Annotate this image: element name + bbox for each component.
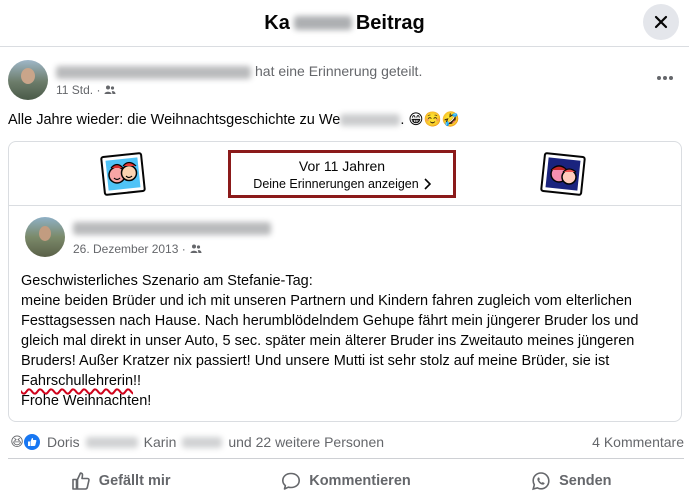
dialog-header: Ka Beitrag	[0, 0, 689, 47]
action-text: hat eine Erinnerung geteilt.	[255, 63, 423, 79]
text-line: Bruders! Außer Kratzer nix passiert! Und…	[21, 353, 610, 369]
reactions-summary: 😆 Doris Karin und 22 weitere Personen 4 …	[8, 428, 684, 456]
reactions-people[interactable]: 😆 Doris Karin und 22 weitere Personen	[8, 433, 384, 451]
text-line: Frohe Weihnachten!	[21, 393, 152, 409]
more-options-button[interactable]	[653, 66, 677, 90]
close-icon	[654, 15, 668, 29]
redacted-inner-author	[73, 222, 271, 235]
avatar[interactable]	[8, 60, 48, 100]
redacted-word	[340, 114, 401, 127]
title-suffix: Beitrag	[355, 11, 425, 34]
thumbs-up-icon	[71, 471, 90, 490]
post-text-part1: Alle Jahre wieder: die Weihnachtsgeschic…	[8, 112, 341, 128]
send-label: Senden	[559, 472, 612, 489]
spellcheck-word: Fahrschullehrerin	[21, 373, 134, 389]
comment-button[interactable]: Kommentieren	[233, 459, 458, 502]
redacted-surname	[85, 436, 138, 448]
post-timestamp[interactable]: 11 Std. ·	[56, 83, 100, 97]
text-line: Fahrschullehrerin!!	[21, 371, 676, 391]
comments-count[interactable]: 4 Kommentare	[592, 434, 684, 450]
inner-post-meta: 26. Dezember 2013 ·	[73, 242, 202, 256]
reactors-others: und 22 weitere Personen	[228, 434, 385, 450]
author-line: hat eine Erinnerung geteilt.	[56, 63, 422, 79]
memories-button[interactable]: Vor 11 Jahren Deine Erinnerungen anzeige…	[228, 150, 456, 198]
inner-post-date[interactable]: 26. Dezember 2013 ·	[73, 242, 186, 256]
post-actions: Gefällt mir Kommentieren Senden	[8, 458, 684, 502]
like-label: Gefällt mir	[98, 472, 171, 489]
post-meta: 11 Std. ·	[56, 83, 116, 97]
reactor-name-1: Doris	[47, 434, 80, 450]
send-button[interactable]: Senden	[459, 459, 684, 502]
like-button[interactable]: Gefällt mir	[8, 459, 233, 502]
like-reaction-icon	[23, 433, 41, 451]
text-line: Geschwisterliches Szenario am Stefanie-T…	[21, 273, 313, 289]
memory-title: Vor 11 Jahren	[298, 157, 386, 174]
memory-card: Vor 11 Jahren Deine Erinnerungen anzeige…	[8, 141, 682, 422]
memories-link[interactable]: Deine Erinnerungen anzeigen	[253, 176, 431, 191]
friends-icon	[190, 244, 202, 253]
inner-author-name[interactable]	[73, 222, 271, 240]
comment-label: Kommentieren	[309, 472, 411, 489]
title-prefix: Ka	[264, 11, 290, 34]
memory-banner: Vor 11 Jahren Deine Erinnerungen anzeige…	[9, 142, 681, 206]
text-line: gleich mal direkt in unser Auto, 5 sec. …	[21, 333, 635, 349]
reaction-icons: 😆	[8, 433, 41, 451]
friends-sticker-right-icon	[540, 152, 586, 196]
redacted-name	[293, 16, 352, 31]
more-dots-icon	[657, 76, 673, 80]
comment-icon	[282, 472, 301, 490]
post-text: Alle Jahre wieder: die Weihnachtsgeschic…	[8, 111, 460, 128]
post-header: hat eine Erinnerung geteilt. 11 Std. ·	[8, 58, 681, 102]
whatsapp-icon	[532, 471, 550, 490]
text-line: Festtagsessen nach Hause. Nach herumblöd…	[21, 313, 639, 329]
memories-link-label: Deine Erinnerungen anzeigen	[253, 176, 419, 191]
inner-post-text: Geschwisterliches Szenario am Stefanie-T…	[21, 271, 676, 411]
post-text-part2: . 😁☺️🤣	[400, 112, 460, 128]
friends-icon	[104, 85, 116, 94]
text-punctuation: !!	[133, 373, 142, 389]
text-line: meine beiden Brüder und ich mit unseren …	[21, 293, 632, 309]
friends-sticker-left-icon	[100, 152, 146, 196]
redacted-surname	[182, 436, 223, 448]
inner-avatar[interactable]	[25, 217, 65, 257]
shared-memory-post: 26. Dezember 2013 · Geschwisterliches Sz…	[9, 207, 681, 421]
chevron-right-icon	[424, 177, 431, 190]
reactor-name-2: Karin	[143, 434, 177, 450]
close-button[interactable]	[643, 4, 679, 40]
dialog-title: Ka Beitrag	[264, 12, 424, 35]
redacted-author-name[interactable]	[56, 65, 251, 79]
